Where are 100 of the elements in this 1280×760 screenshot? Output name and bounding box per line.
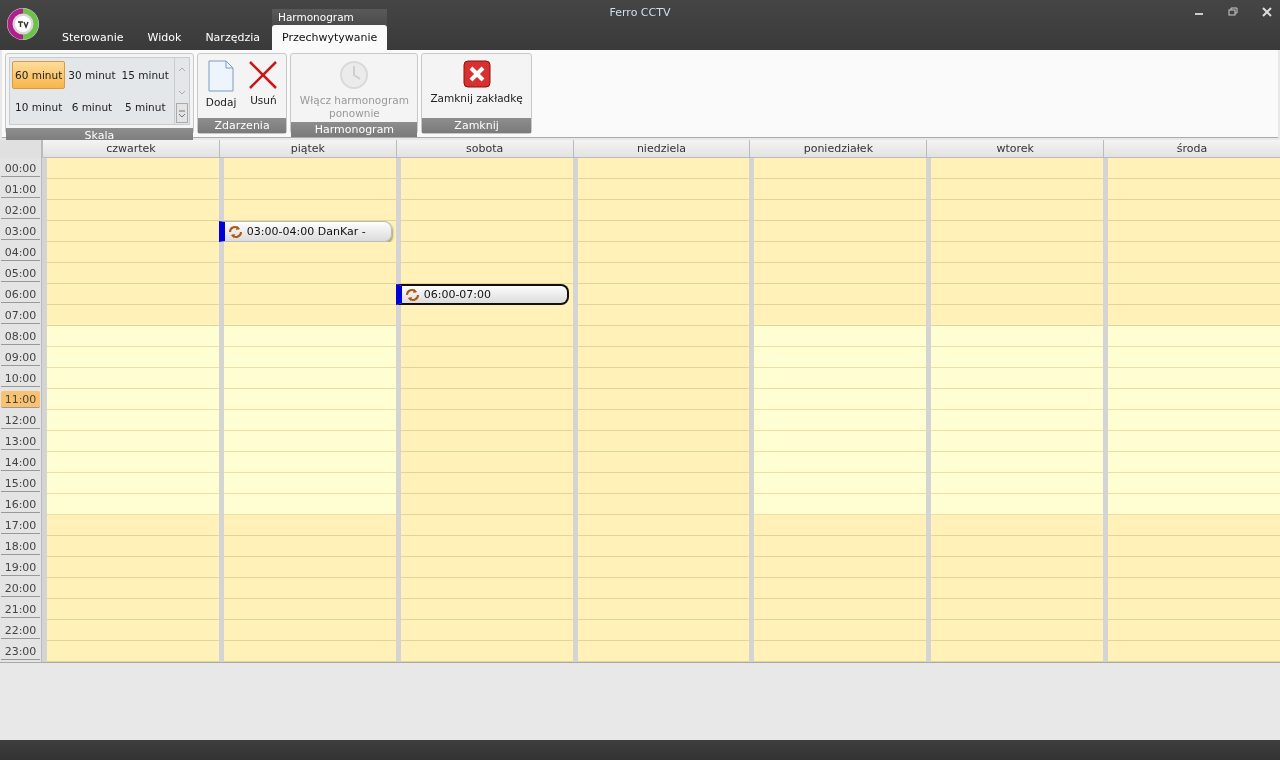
time-slot[interactable] bbox=[47, 494, 219, 515]
time-slot[interactable] bbox=[931, 599, 1104, 620]
time-slot[interactable] bbox=[223, 263, 396, 284]
ribbon-button[interactable]: Zamknij zakładkę bbox=[426, 56, 527, 116]
time-slot[interactable] bbox=[754, 284, 927, 305]
time-slot[interactable] bbox=[400, 452, 573, 473]
time-slot[interactable] bbox=[400, 410, 573, 431]
close-icon[interactable] bbox=[1262, 7, 1272, 17]
time-slot[interactable] bbox=[223, 452, 396, 473]
time-slot[interactable] bbox=[931, 473, 1104, 494]
time-slot[interactable] bbox=[1108, 410, 1280, 431]
time-slot[interactable] bbox=[931, 347, 1104, 368]
time-slot[interactable] bbox=[931, 431, 1104, 452]
scale-option[interactable]: 15 minut bbox=[118, 61, 172, 89]
time-slot[interactable] bbox=[577, 557, 750, 578]
time-slot[interactable] bbox=[577, 347, 750, 368]
time-slot[interactable] bbox=[754, 410, 927, 431]
time-slot[interactable] bbox=[931, 326, 1104, 347]
time-slot[interactable] bbox=[577, 536, 750, 557]
time-slot[interactable] bbox=[1108, 284, 1280, 305]
time-slot[interactable] bbox=[47, 389, 219, 410]
time-slot[interactable] bbox=[577, 305, 750, 326]
time-slot[interactable] bbox=[577, 263, 750, 284]
time-slot[interactable] bbox=[931, 389, 1104, 410]
time-slot[interactable] bbox=[754, 536, 927, 557]
time-slot[interactable] bbox=[577, 158, 750, 179]
time-slot[interactable] bbox=[400, 473, 573, 494]
time-slot[interactable] bbox=[931, 557, 1104, 578]
time-slot[interactable] bbox=[577, 578, 750, 599]
time-slot[interactable] bbox=[400, 305, 573, 326]
calendar-event[interactable]: 06:00-07:00 bbox=[395, 284, 569, 305]
time-slot[interactable] bbox=[400, 326, 573, 347]
time-slot[interactable] bbox=[223, 368, 396, 389]
time-slot[interactable] bbox=[47, 431, 219, 452]
time-slot[interactable] bbox=[223, 599, 396, 620]
time-slot[interactable] bbox=[577, 200, 750, 221]
time-slot[interactable] bbox=[223, 641, 396, 662]
time-slot[interactable] bbox=[1108, 452, 1280, 473]
time-slot[interactable] bbox=[1108, 431, 1280, 452]
time-slot[interactable] bbox=[47, 284, 219, 305]
time-slot[interactable] bbox=[400, 221, 573, 242]
time-slot[interactable] bbox=[400, 494, 573, 515]
time-slot[interactable] bbox=[931, 200, 1104, 221]
time-slot[interactable] bbox=[223, 494, 396, 515]
time-slot[interactable] bbox=[754, 620, 927, 641]
time-slot[interactable] bbox=[47, 158, 219, 179]
time-slot[interactable] bbox=[931, 536, 1104, 557]
time-slot[interactable] bbox=[577, 473, 750, 494]
time-slot[interactable] bbox=[400, 431, 573, 452]
time-slot[interactable] bbox=[577, 389, 750, 410]
time-slot[interactable] bbox=[931, 452, 1104, 473]
ribbon-tab[interactable]: Sterowanie bbox=[50, 25, 136, 50]
time-slot[interactable] bbox=[754, 494, 927, 515]
time-slot[interactable] bbox=[223, 389, 396, 410]
time-slot[interactable] bbox=[1108, 200, 1280, 221]
time-slot[interactable] bbox=[223, 158, 396, 179]
scale-option[interactable]: 30 minut bbox=[65, 61, 119, 89]
time-slot[interactable] bbox=[223, 473, 396, 494]
time-slot[interactable] bbox=[1108, 536, 1280, 557]
time-slot[interactable] bbox=[577, 494, 750, 515]
time-slot[interactable] bbox=[400, 389, 573, 410]
time-slot[interactable] bbox=[400, 158, 573, 179]
time-slot[interactable] bbox=[577, 284, 750, 305]
app-logo-icon[interactable] bbox=[5, 6, 41, 42]
time-slot[interactable] bbox=[1108, 305, 1280, 326]
time-slot[interactable] bbox=[223, 200, 396, 221]
time-slot[interactable] bbox=[577, 410, 750, 431]
time-slot[interactable] bbox=[47, 557, 219, 578]
time-slot[interactable] bbox=[754, 347, 927, 368]
time-slot[interactable] bbox=[577, 620, 750, 641]
time-slot[interactable] bbox=[1108, 389, 1280, 410]
time-slot[interactable] bbox=[577, 368, 750, 389]
time-slot[interactable] bbox=[577, 221, 750, 242]
time-slot[interactable] bbox=[47, 473, 219, 494]
time-slot[interactable] bbox=[754, 221, 927, 242]
time-slot[interactable] bbox=[223, 305, 396, 326]
time-slot[interactable] bbox=[223, 347, 396, 368]
time-slot[interactable] bbox=[47, 179, 219, 200]
time-slot[interactable] bbox=[577, 452, 750, 473]
time-slot[interactable] bbox=[754, 641, 927, 662]
time-slot[interactable] bbox=[47, 347, 219, 368]
time-slot[interactable] bbox=[400, 200, 573, 221]
time-slot[interactable] bbox=[931, 221, 1104, 242]
time-slot[interactable] bbox=[577, 599, 750, 620]
time-slot[interactable] bbox=[47, 578, 219, 599]
time-slot[interactable] bbox=[47, 452, 219, 473]
time-slot[interactable] bbox=[47, 242, 219, 263]
time-slot[interactable] bbox=[931, 410, 1104, 431]
time-slot[interactable] bbox=[400, 536, 573, 557]
expand-gallery-icon[interactable] bbox=[175, 103, 188, 123]
time-slot[interactable] bbox=[754, 263, 927, 284]
time-slot[interactable] bbox=[47, 641, 219, 662]
time-slot[interactable] bbox=[400, 179, 573, 200]
time-slot[interactable] bbox=[1108, 158, 1280, 179]
time-slot[interactable] bbox=[223, 578, 396, 599]
time-slot[interactable] bbox=[931, 620, 1104, 641]
time-slot[interactable] bbox=[223, 410, 396, 431]
time-slot[interactable] bbox=[754, 431, 927, 452]
time-slot[interactable] bbox=[400, 347, 573, 368]
time-slot[interactable] bbox=[754, 368, 927, 389]
